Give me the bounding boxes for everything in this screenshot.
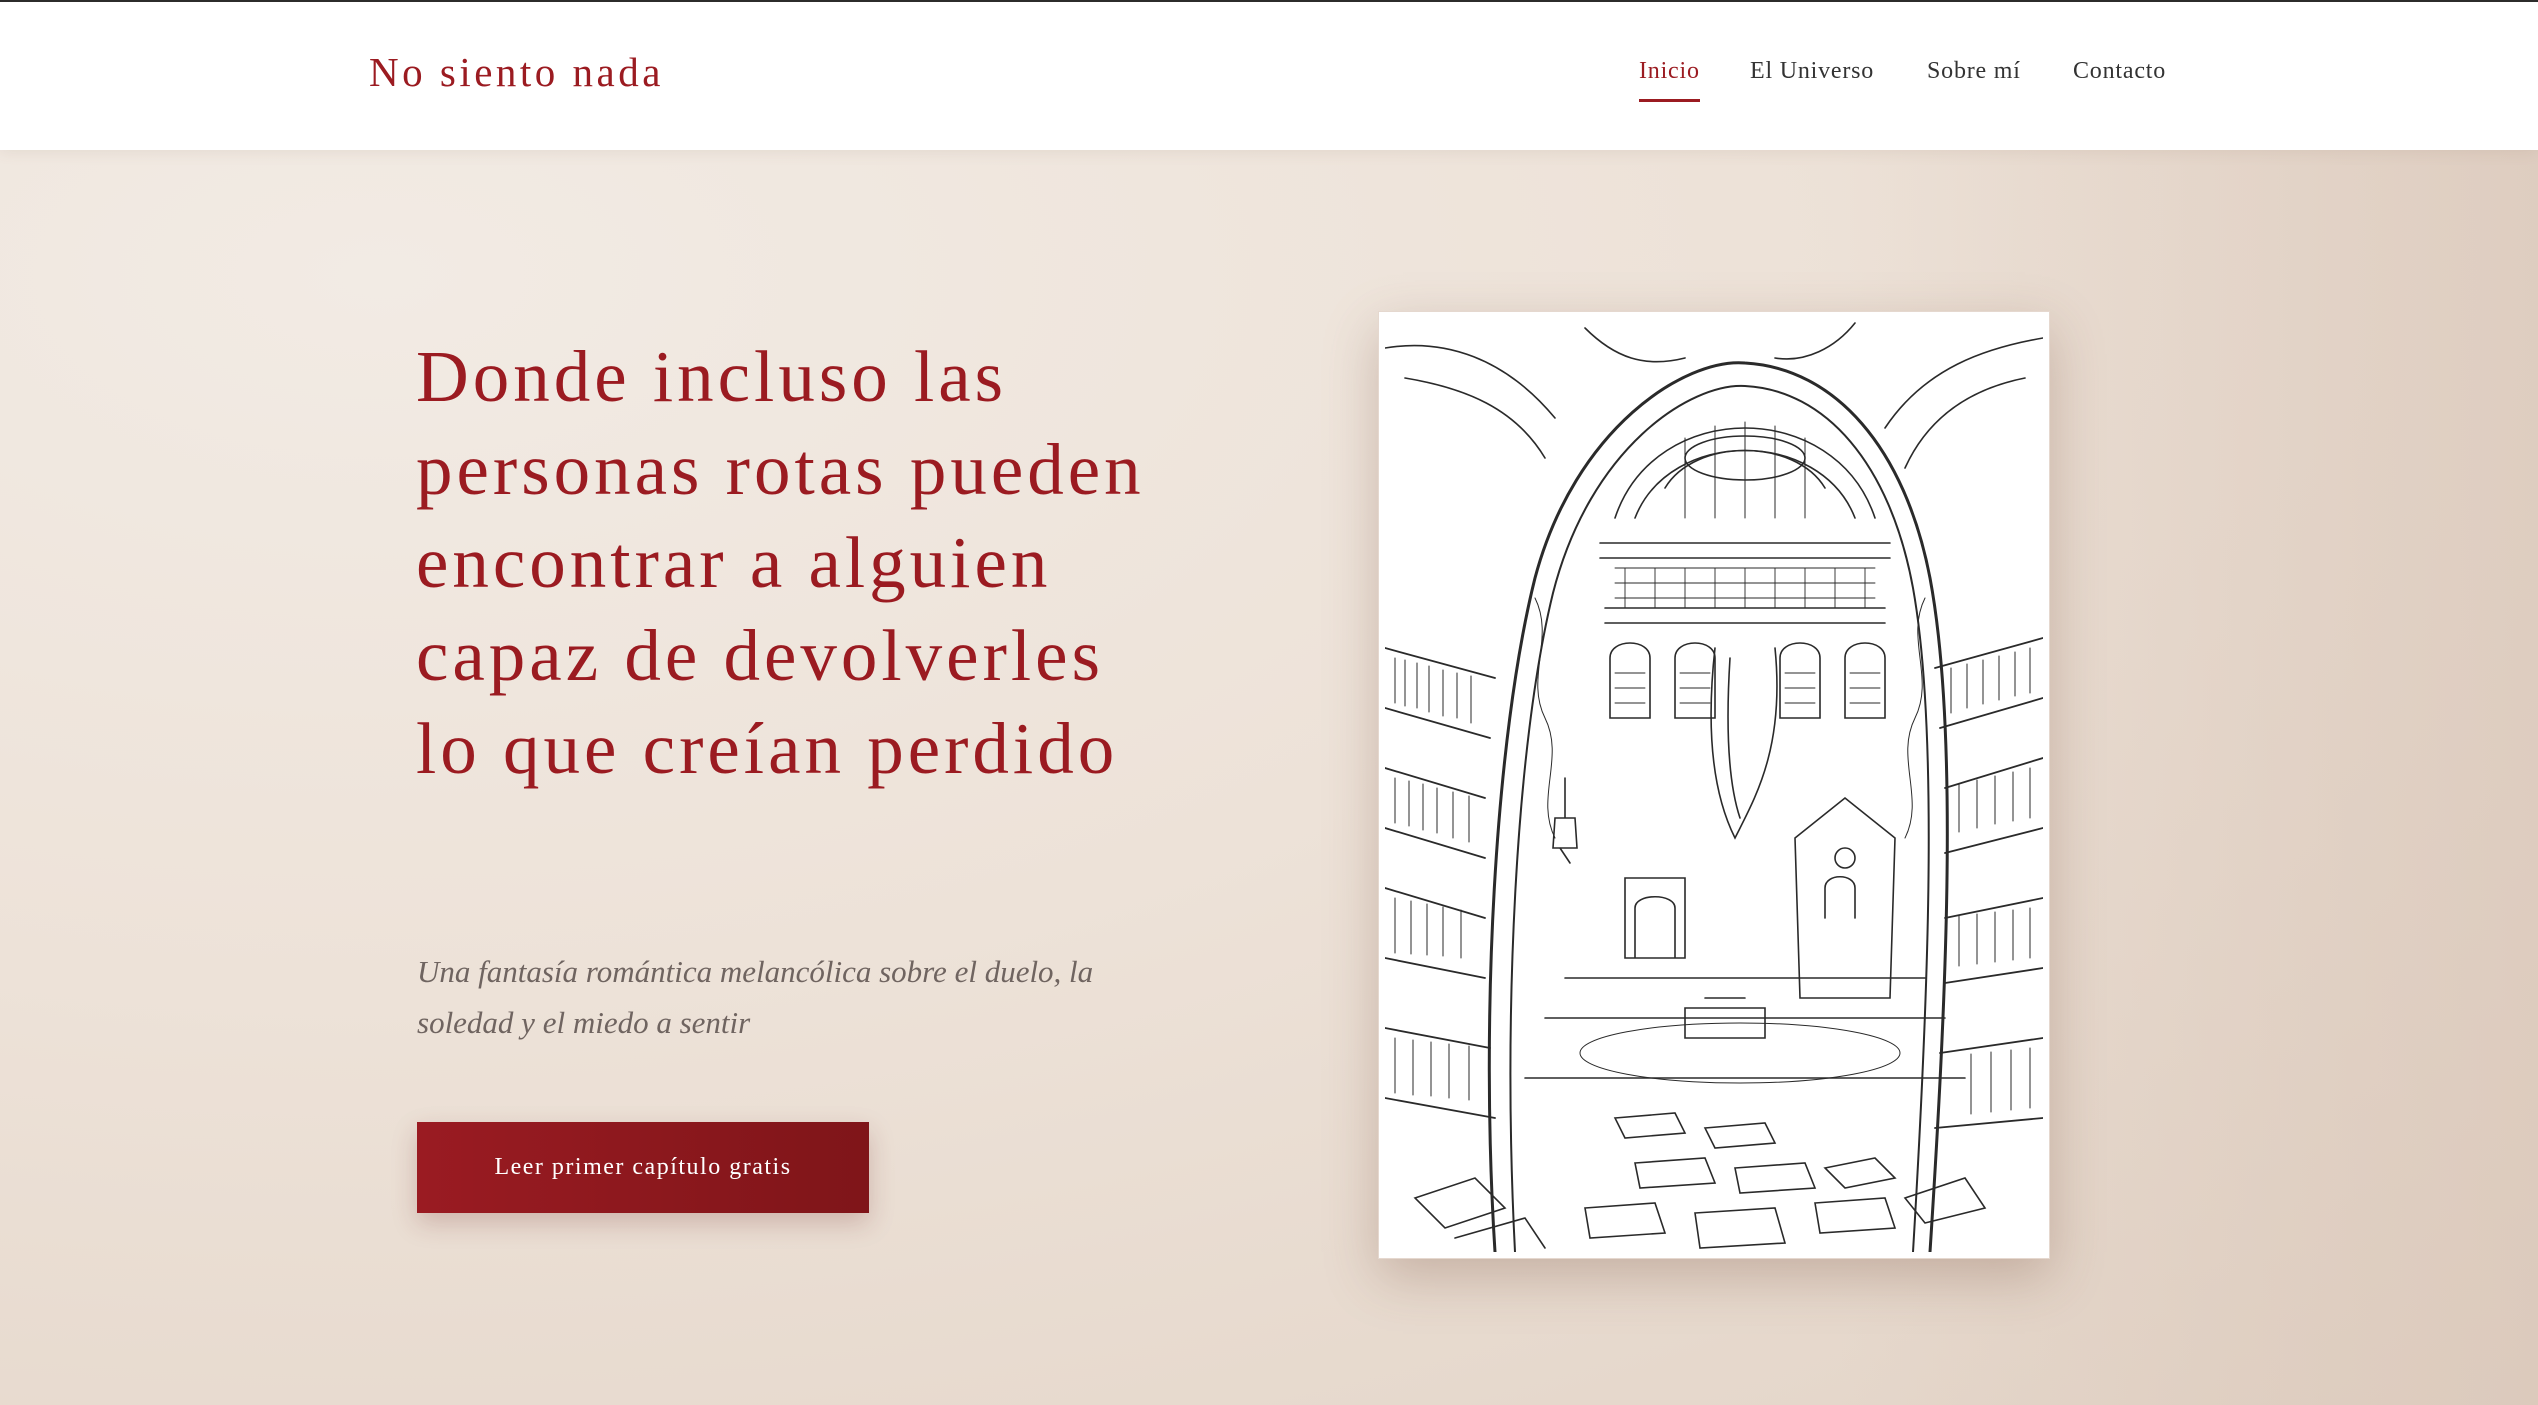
nav-item-sobre-mi[interactable]: Sobre mí [1927, 58, 2021, 99]
hero-section [0, 150, 2538, 1405]
nav-item-inicio[interactable]: Inicio [1639, 58, 1700, 102]
site-header: No siento nada Inicio El Universo Sobre … [0, 2, 2538, 150]
site-logo[interactable]: No siento nada [369, 48, 664, 96]
read-first-chapter-button[interactable]: Leer primer capítulo gratis [417, 1122, 869, 1213]
library-illustration [1378, 311, 2050, 1259]
hero-subtitle: Una fantasía romántica melancólica sobre… [417, 954, 1094, 1040]
library-drawing [1385, 322, 2043, 1252]
hero-headline: Donde incluso las personas rotas pueden … [416, 336, 1145, 789]
nav-item-contacto[interactable]: Contacto [2073, 58, 2166, 99]
nav-item-el-universo[interactable]: El Universo [1750, 58, 1874, 99]
